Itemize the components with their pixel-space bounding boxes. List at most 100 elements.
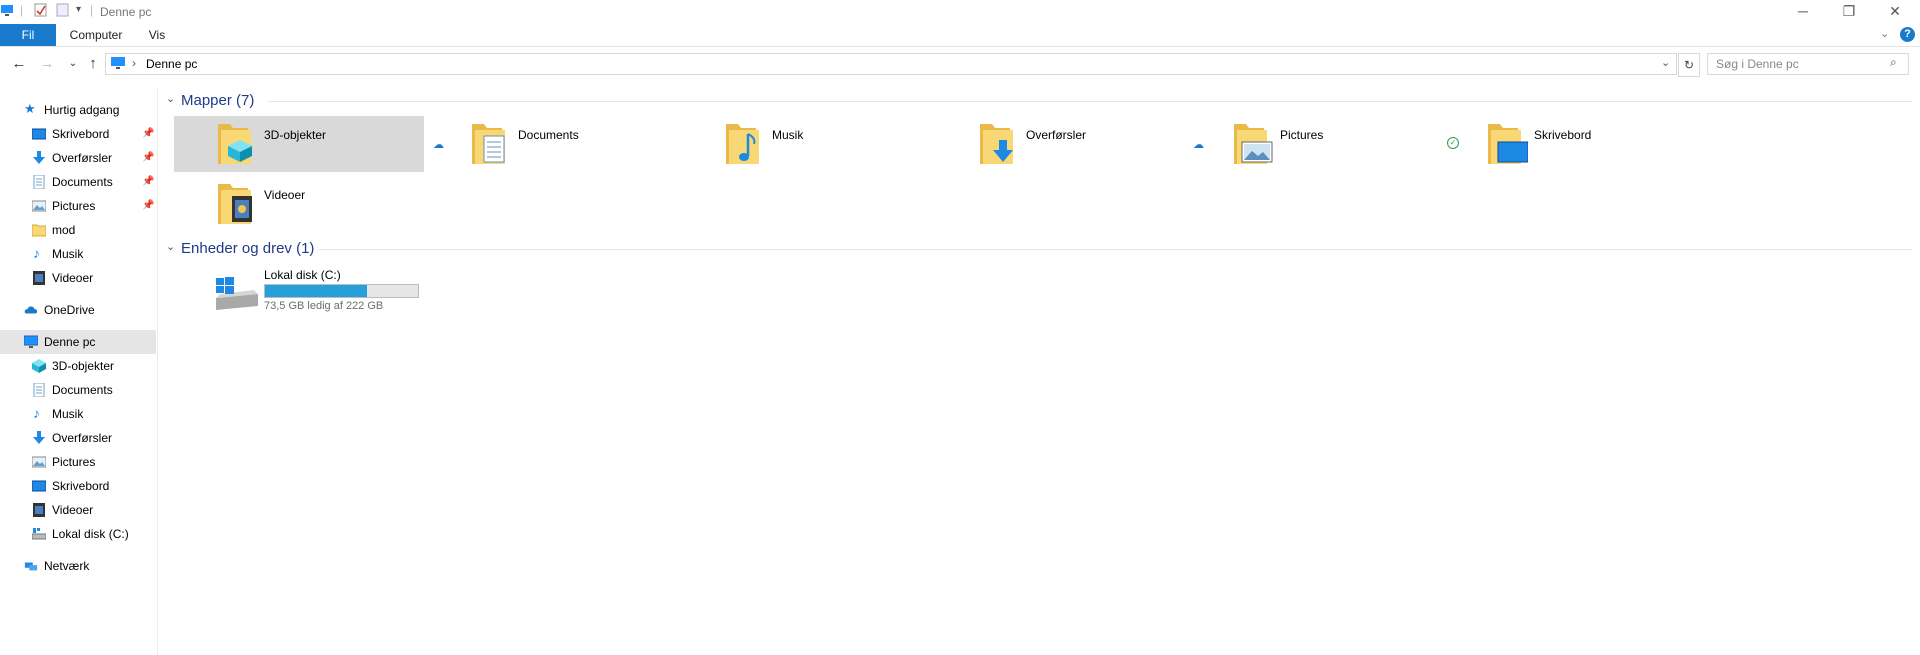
document-icon: [33, 175, 45, 189]
nav-item-videoer[interactable]: Videoer: [0, 266, 156, 290]
address-dropdown-icon[interactable]: ⌄: [1661, 56, 1670, 69]
tab-fil[interactable]: Fil: [0, 24, 56, 46]
nav-label: Pictures: [52, 455, 96, 469]
nav-label: Hurtig adgang: [44, 103, 120, 117]
nav-onedrive[interactable]: OneDrive: [0, 298, 156, 322]
breadcrumb-chevron-icon[interactable]: ›: [132, 56, 136, 70]
separator: |: [90, 3, 94, 17]
collapse-chevron-icon[interactable]: ⌄: [166, 92, 175, 105]
folder-documents[interactable]: Documents: [428, 116, 678, 172]
nav-item-lokal-disk[interactable]: Lokal disk (C:): [0, 522, 156, 546]
nav-item-overforsler[interactable]: Overførsler 📌: [0, 146, 156, 170]
folder-musik[interactable]: Musik: [682, 116, 932, 172]
back-button[interactable]: ←: [8, 53, 30, 75]
folder-label: Skrivebord: [1534, 128, 1592, 142]
nav-item-musik[interactable]: ♪ Musik: [0, 402, 156, 426]
folder-label: Overførsler: [1026, 128, 1086, 142]
minimize-button[interactable]: ─: [1780, 0, 1826, 24]
drive-icon: [32, 528, 46, 540]
pictures-folder-icon: [1234, 124, 1273, 164]
navigation-row: ← → ⌄ ↑ › Denne pc ⌄ ↻ Søg i Denne pc ⌕: [0, 51, 1920, 79]
nav-item-documents[interactable]: Documents 📌: [0, 170, 156, 194]
windows-drive-icon: [216, 277, 258, 310]
expand-ribbon-icon[interactable]: ⌄: [1880, 27, 1889, 40]
window-title: Denne pc: [100, 5, 152, 19]
onedrive-cloud-icon: [24, 306, 38, 314]
desktop-icon: [32, 128, 46, 140]
video-icon: [33, 271, 45, 285]
group-header-drives[interactable]: Enheder og drev (1): [181, 240, 314, 257]
tab-vis[interactable]: Vis: [140, 24, 174, 46]
nav-label: Documents: [52, 383, 113, 397]
desktop-folder-icon: [1488, 124, 1528, 164]
group-divider: [318, 249, 1912, 250]
breadcrumb-denne-pc[interactable]: Denne pc: [146, 57, 197, 71]
nav-label: Netværk: [44, 559, 90, 573]
folder-skrivebord[interactable]: Skrivebord: [1444, 116, 1694, 172]
properties-icon[interactable]: [34, 3, 48, 17]
pin-icon[interactable]: 📌: [142, 122, 154, 146]
nav-netvaerk[interactable]: Netværk: [0, 554, 156, 578]
close-button[interactable]: ✕: [1872, 0, 1918, 24]
forward-button[interactable]: →: [36, 53, 58, 75]
network-icon: [24, 562, 38, 571]
pin-icon[interactable]: 📌: [142, 146, 154, 170]
computer-icon: [24, 335, 38, 348]
pictures-icon: [32, 200, 46, 212]
drive-lokal-disk-c[interactable]: Lokal disk (C:) 73,5 GB ledig af 222 GB: [174, 266, 434, 320]
nav-item-skrivebord[interactable]: Skrivebord: [0, 474, 156, 498]
downloads-folder-icon: [980, 124, 1013, 164]
computer-icon: [1, 5, 13, 16]
nav-item-documents[interactable]: Documents: [0, 378, 156, 402]
nav-item-overforsler[interactable]: Overførsler: [0, 426, 156, 450]
nav-label: Lokal disk (C:): [52, 527, 129, 541]
this-pc-icon: [111, 57, 125, 69]
search-input[interactable]: Søg i Denne pc: [1716, 57, 1799, 71]
folder-label: Pictures: [1280, 128, 1324, 142]
tab-computer[interactable]: Computer: [64, 24, 128, 46]
folder-overforsler[interactable]: Overførsler: [936, 116, 1186, 172]
nav-label: Overførsler: [52, 151, 112, 165]
nav-quick-access[interactable]: ★ Hurtig adgang: [0, 98, 156, 122]
music-folder-icon: [726, 124, 759, 164]
nav-item-pictures[interactable]: Pictures 📌: [0, 194, 156, 218]
videos-folder-icon: [218, 184, 252, 224]
nav-item-mod[interactable]: mod: [0, 218, 156, 242]
separator: |: [20, 3, 24, 17]
help-icon[interactable]: ?: [1900, 27, 1915, 42]
recent-locations-icon[interactable]: ⌄: [62, 53, 84, 75]
customize-toolbar-icon[interactable]: ▾: [76, 4, 81, 15]
folder-3d-objekter[interactable]: 3D-objekter: [174, 116, 424, 172]
music-note-icon: ♪: [33, 245, 40, 261]
refresh-icon[interactable]: ↻: [1678, 53, 1700, 77]
nav-item-musik[interactable]: ♪ Musik: [0, 242, 156, 266]
nav-denne-pc[interactable]: Denne pc: [0, 330, 156, 354]
title-bar: | ▾ | Denne pc ─ ❐ ✕: [0, 0, 1920, 26]
search-icon[interactable]: ⌕: [1890, 55, 1897, 70]
nav-item-3d-objekter[interactable]: 3D-objekter: [0, 354, 156, 378]
nav-label: Musik: [52, 407, 84, 421]
folder-label: Documents: [518, 128, 579, 142]
pin-icon[interactable]: 📌: [142, 170, 154, 194]
nav-label: Denne pc: [44, 335, 96, 349]
new-folder-icon[interactable]: [56, 3, 70, 17]
collapse-chevron-icon[interactable]: ⌄: [166, 240, 175, 253]
nav-item-pictures[interactable]: Pictures: [0, 450, 156, 474]
ribbon-tabs: Fil Computer Vis ⌄ ?: [0, 24, 1920, 47]
up-button[interactable]: ↑: [82, 53, 104, 75]
folder-pictures[interactable]: Pictures: [1190, 116, 1440, 172]
nav-item-skrivebord[interactable]: Skrivebord 📌: [0, 122, 156, 146]
nav-label: Documents: [52, 175, 113, 189]
nav-label: 3D-objekter: [52, 359, 115, 373]
nav-item-videoer[interactable]: Videoer: [0, 498, 156, 522]
group-header-folders[interactable]: Mapper (7): [181, 92, 254, 109]
navigation-pane: ★ Hurtig adgang Skrivebord 📌 Overførsler…: [0, 88, 158, 655]
pin-icon[interactable]: 📌: [142, 194, 154, 218]
nav-label: Pictures: [52, 199, 96, 213]
folder-videoer[interactable]: Videoer: [174, 176, 424, 232]
search-box[interactable]: Søg i Denne pc ⌕: [1707, 53, 1909, 75]
restore-button[interactable]: ❐: [1826, 0, 1872, 24]
folder-label: 3D-objekter: [264, 128, 327, 142]
desktop-icon: [32, 480, 46, 492]
address-bar[interactable]: › Denne pc ⌄: [105, 53, 1677, 75]
